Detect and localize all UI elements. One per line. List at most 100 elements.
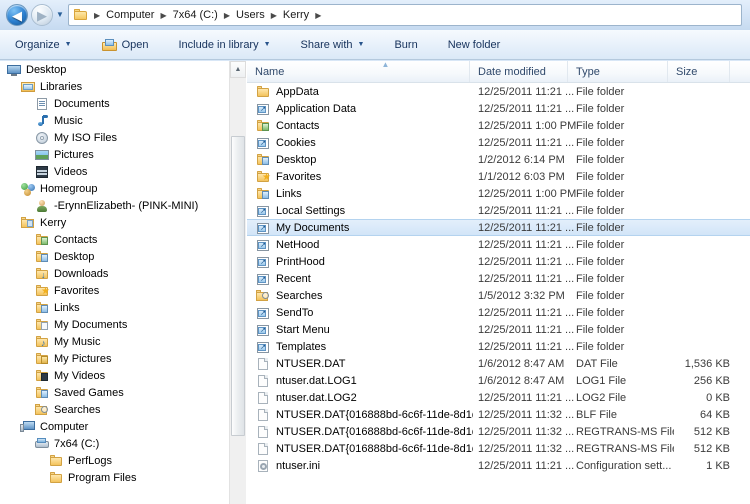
sidebar-item[interactable]: Links <box>0 299 229 316</box>
sidebar-item[interactable]: My Documents <box>0 316 229 333</box>
sidebar-item[interactable]: 7x64 (C:) <box>0 435 229 452</box>
table-row[interactable]: NTUSER.DAT{016888bd-6c6f-11de-8d1d-... 12… <box>247 423 750 440</box>
sidebar-item[interactable]: Program Files <box>0 469 229 486</box>
table-row[interactable]: ★ Favorites 1/1/2012 6:03 PM File folder <box>247 168 750 185</box>
sidebar-item[interactable]: Desktop <box>0 248 229 265</box>
sidebar-item[interactable]: Computer <box>0 418 229 435</box>
file-size-cell: 1 KB <box>706 459 730 472</box>
breadcrumb[interactable]: ▶ Computer ▶ 7x64 (C:) ▶ Users ▶ Kerry ▶ <box>68 4 742 26</box>
sidebar-item[interactable]: Contacts <box>0 231 229 248</box>
recent-locations-dropdown[interactable]: ▼ <box>55 11 65 20</box>
breadcrumb-separator[interactable]: ▶ <box>268 11 280 20</box>
scrollbar-thumb[interactable] <box>231 136 245 436</box>
sidebar-item[interactable]: Music <box>0 112 229 129</box>
breadcrumb-item-computer[interactable]: Computer <box>103 8 157 22</box>
table-row[interactable]: NTUSER.DAT{016888bd-6c6f-11de-8d1d-... 12… <box>247 440 750 457</box>
table-row[interactable]: AppData 12/25/2011 11:21 ... File folder <box>247 83 750 100</box>
folder-icon <box>73 8 89 22</box>
breadcrumb-item-kerry[interactable]: Kerry <box>280 8 312 22</box>
saved-games-folder-icon <box>34 385 50 401</box>
sidebar-item[interactable]: My Videos <box>0 367 229 384</box>
sidebar-item[interactable]: Searches <box>0 401 229 418</box>
sidebar-item[interactable]: Pictures <box>0 146 229 163</box>
table-row[interactable]: Contacts 12/25/2011 1:00 PM File folder <box>247 117 750 134</box>
back-button[interactable]: ◀ <box>6 4 28 26</box>
file-type-cell: BLF File <box>576 408 617 421</box>
breadcrumb-separator[interactable]: ▶ <box>157 11 169 20</box>
column-header-name[interactable]: Name <box>247 61 470 82</box>
column-header-size[interactable]: Size <box>668 61 730 82</box>
sidebar-item-label: Downloads <box>54 267 109 280</box>
file-type-cell: File folder <box>576 238 625 251</box>
table-row[interactable]: SendTo 12/25/2011 11:21 ...File folder <box>247 304 750 321</box>
table-row[interactable]: PrintHood 12/25/2011 11:21 ...File folder <box>247 253 750 270</box>
table-row[interactable]: Start Menu 12/25/2011 11:21 ...File folde… <box>247 321 750 338</box>
file-type-cell: File folder <box>576 170 625 183</box>
table-row[interactable]: NTUSER.DAT{016888bd-6c6f-11de-8d1d-... 12… <box>247 406 750 423</box>
open-folder-icon <box>101 38 118 52</box>
date-modified-cell: 12/25/2011 11:21 ... <box>478 391 575 404</box>
file-name-cell: Start Menu <box>255 322 473 338</box>
column-header-type[interactable]: Type <box>568 61 668 82</box>
burn-button[interactable]: Burn <box>385 33 426 57</box>
table-row[interactable]: ntuser.ini 12/25/2011 11:21 ... Configurat… <box>247 457 750 474</box>
sidebar-item[interactable]: Videos <box>0 163 229 180</box>
table-row[interactable]: My Documents 12/25/2011 11:21 ...File fol… <box>247 219 750 236</box>
sidebar-item-label: My Music <box>54 335 101 348</box>
breadcrumb-separator[interactable]: ▶ <box>221 11 233 20</box>
table-row[interactable]: Recent 12/25/2011 11:21 ...File folder <box>247 270 750 287</box>
sidebar-item[interactable]: Kerry <box>0 214 229 231</box>
table-row[interactable]: NTUSER.DAT 1/6/2012 8:47 AM DAT File 1,536 … <box>247 355 750 372</box>
table-row[interactable]: NetHood 12/25/2011 11:21 ...File folder <box>247 236 750 253</box>
column-header-row: Name ▲ Date modified Type Size <box>247 61 750 83</box>
sidebar-item[interactable]: Documents <box>0 95 229 112</box>
forward-button[interactable]: ▶ <box>31 4 53 26</box>
sidebar-item[interactable]: -ErynnElizabeth- (PINK-MINI) <box>0 197 229 214</box>
include-in-library-label: Include in library <box>178 38 259 51</box>
breadcrumb-item-drive[interactable]: 7x64 (C:) <box>170 8 221 22</box>
file-name-cell: ntuser.dat.LOG2 <box>255 390 473 406</box>
breadcrumb-separator[interactable]: ▶ <box>312 11 324 20</box>
table-row[interactable]: Links 12/25/2011 1:00 PM File folder <box>247 185 750 202</box>
desktop-folder-icon <box>255 152 271 168</box>
file-name-label: Application Data <box>276 102 357 115</box>
table-row[interactable]: Local Settings 12/25/2011 11:21 ...File f… <box>247 202 750 219</box>
new-folder-button[interactable]: New folder <box>439 33 510 57</box>
navigation-pane-scrollbar[interactable]: ▲ <box>229 61 246 504</box>
organize-button[interactable]: Organize ▼ <box>6 33 81 57</box>
table-row[interactable]: Cookies 12/25/2011 11:21 ...File folder <box>247 134 750 151</box>
table-row[interactable]: Searches 1/5/2012 3:32 PM File folder <box>247 287 750 304</box>
table-row[interactable]: Application Data 12/25/2011 11:21 ...File… <box>247 100 750 117</box>
sidebar-item-label: Searches <box>54 403 101 416</box>
sidebar-item[interactable]: My ISO Files <box>0 129 229 146</box>
file-icon <box>255 390 271 406</box>
chevron-down-icon: ▼ <box>263 41 271 48</box>
sidebar-item[interactable]: Saved Games <box>0 384 229 401</box>
table-row[interactable]: ntuser.dat.LOG1 1/6/2012 8:47 AM LOG1 File… <box>247 372 750 389</box>
burn-label: Burn <box>394 38 418 51</box>
breadcrumb-separator[interactable]: ▶ <box>91 11 103 20</box>
file-name-label: SendTo <box>276 306 314 319</box>
table-row[interactable]: Templates 12/25/2011 11:21 ...File folder <box>247 338 750 355</box>
table-row[interactable]: Desktop 1/2/2012 6:14 PM File folder <box>247 151 750 168</box>
computer-icon <box>20 419 36 435</box>
sidebar-item[interactable]: Libraries <box>0 78 229 95</box>
include-in-library-button[interactable]: Include in library ▼ <box>170 33 280 57</box>
share-with-button[interactable]: Share with ▼ <box>292 33 374 57</box>
breadcrumb-item-users[interactable]: Users <box>233 8 268 22</box>
sidebar-item[interactable]: ↓ Downloads <box>0 265 229 282</box>
open-button[interactable]: Open <box>93 33 158 57</box>
search-folder-icon <box>34 402 50 418</box>
sidebar-item[interactable]: PerfLogs <box>0 452 229 469</box>
scroll-up-arrow-icon[interactable]: ▲ <box>230 61 246 78</box>
sidebar-item[interactable]: ★ Favorites <box>0 282 229 299</box>
column-header-date-modified[interactable]: Date modified <box>470 61 568 82</box>
sidebar-item[interactable]: Homegroup <box>0 180 229 197</box>
table-row[interactable]: ntuser.dat.LOG2 12/25/2011 11:21 ... LOG2 … <box>247 389 750 406</box>
sidebar-item[interactable]: ♪ My Music <box>0 333 229 350</box>
file-name-cell: Application Data <box>255 101 473 117</box>
sidebar-item-label: My Pictures <box>54 352 112 365</box>
sidebar-item[interactable]: Desktop <box>0 61 229 78</box>
sidebar-item[interactable]: My Pictures <box>0 350 229 367</box>
file-name-label: Local Settings <box>276 204 346 217</box>
